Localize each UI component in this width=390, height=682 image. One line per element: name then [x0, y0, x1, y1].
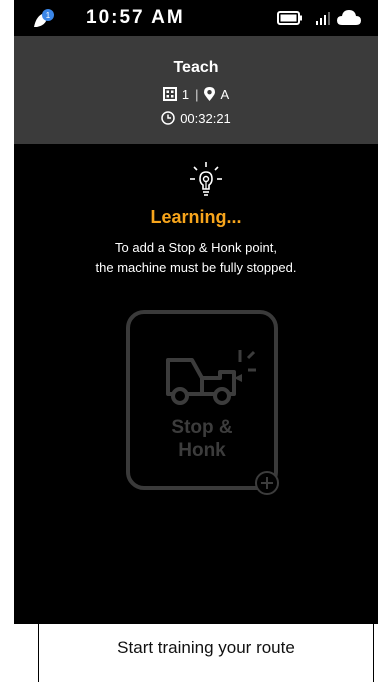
notification-bubble-icon[interactable]: 1 [32, 8, 56, 30]
separator: | [195, 86, 199, 102]
start-training-label: Start training your route [117, 638, 295, 657]
elapsed-time: 00:32:21 [180, 110, 231, 126]
teach-header: Teach 1 | A 00:32:21 [14, 36, 378, 144]
start-training-bar[interactable]: Start training your route [38, 624, 374, 682]
stop-and-honk-line-2: Honk [178, 440, 226, 461]
device-screen: 1 10:57 AM Teach 1 | A 00:32:21 Learning… [14, 0, 378, 624]
stop-and-honk-line-1: Stop & [171, 417, 233, 438]
route-grid-icon [162, 87, 177, 101]
battery-icon [277, 11, 302, 25]
timer-row: 00:32:21 [14, 108, 378, 128]
signal-icon [316, 12, 330, 25]
instruction-line-1: To add a Stop & Honk point, [115, 240, 277, 255]
learning-instruction: To add a Stop & Honk point, the machine … [14, 238, 378, 278]
clock-icon [161, 111, 175, 125]
location-label: A [220, 86, 230, 102]
instruction-line-2: the machine must be fully stopped. [95, 260, 297, 275]
truck-horn-icon [166, 350, 256, 405]
learning-status-title: Learning... [150, 207, 242, 227]
stop-and-honk-label: Stop & Honk [130, 416, 274, 462]
page-title: Teach [173, 59, 219, 76]
route-number: 1 [181, 86, 190, 102]
route-info-row: 1 | A [14, 84, 378, 104]
status-bar: 1 10:57 AM [14, 0, 378, 36]
add-circle-icon[interactable] [254, 470, 280, 496]
status-time: 10:57 AM [86, 7, 185, 28]
cloud-icon [337, 10, 361, 25]
svg-text:1: 1 [46, 11, 51, 20]
location-pin-icon [204, 86, 216, 101]
stop-and-honk-button[interactable]: Stop & Honk [126, 310, 278, 490]
lightbulb-icon [190, 162, 222, 196]
